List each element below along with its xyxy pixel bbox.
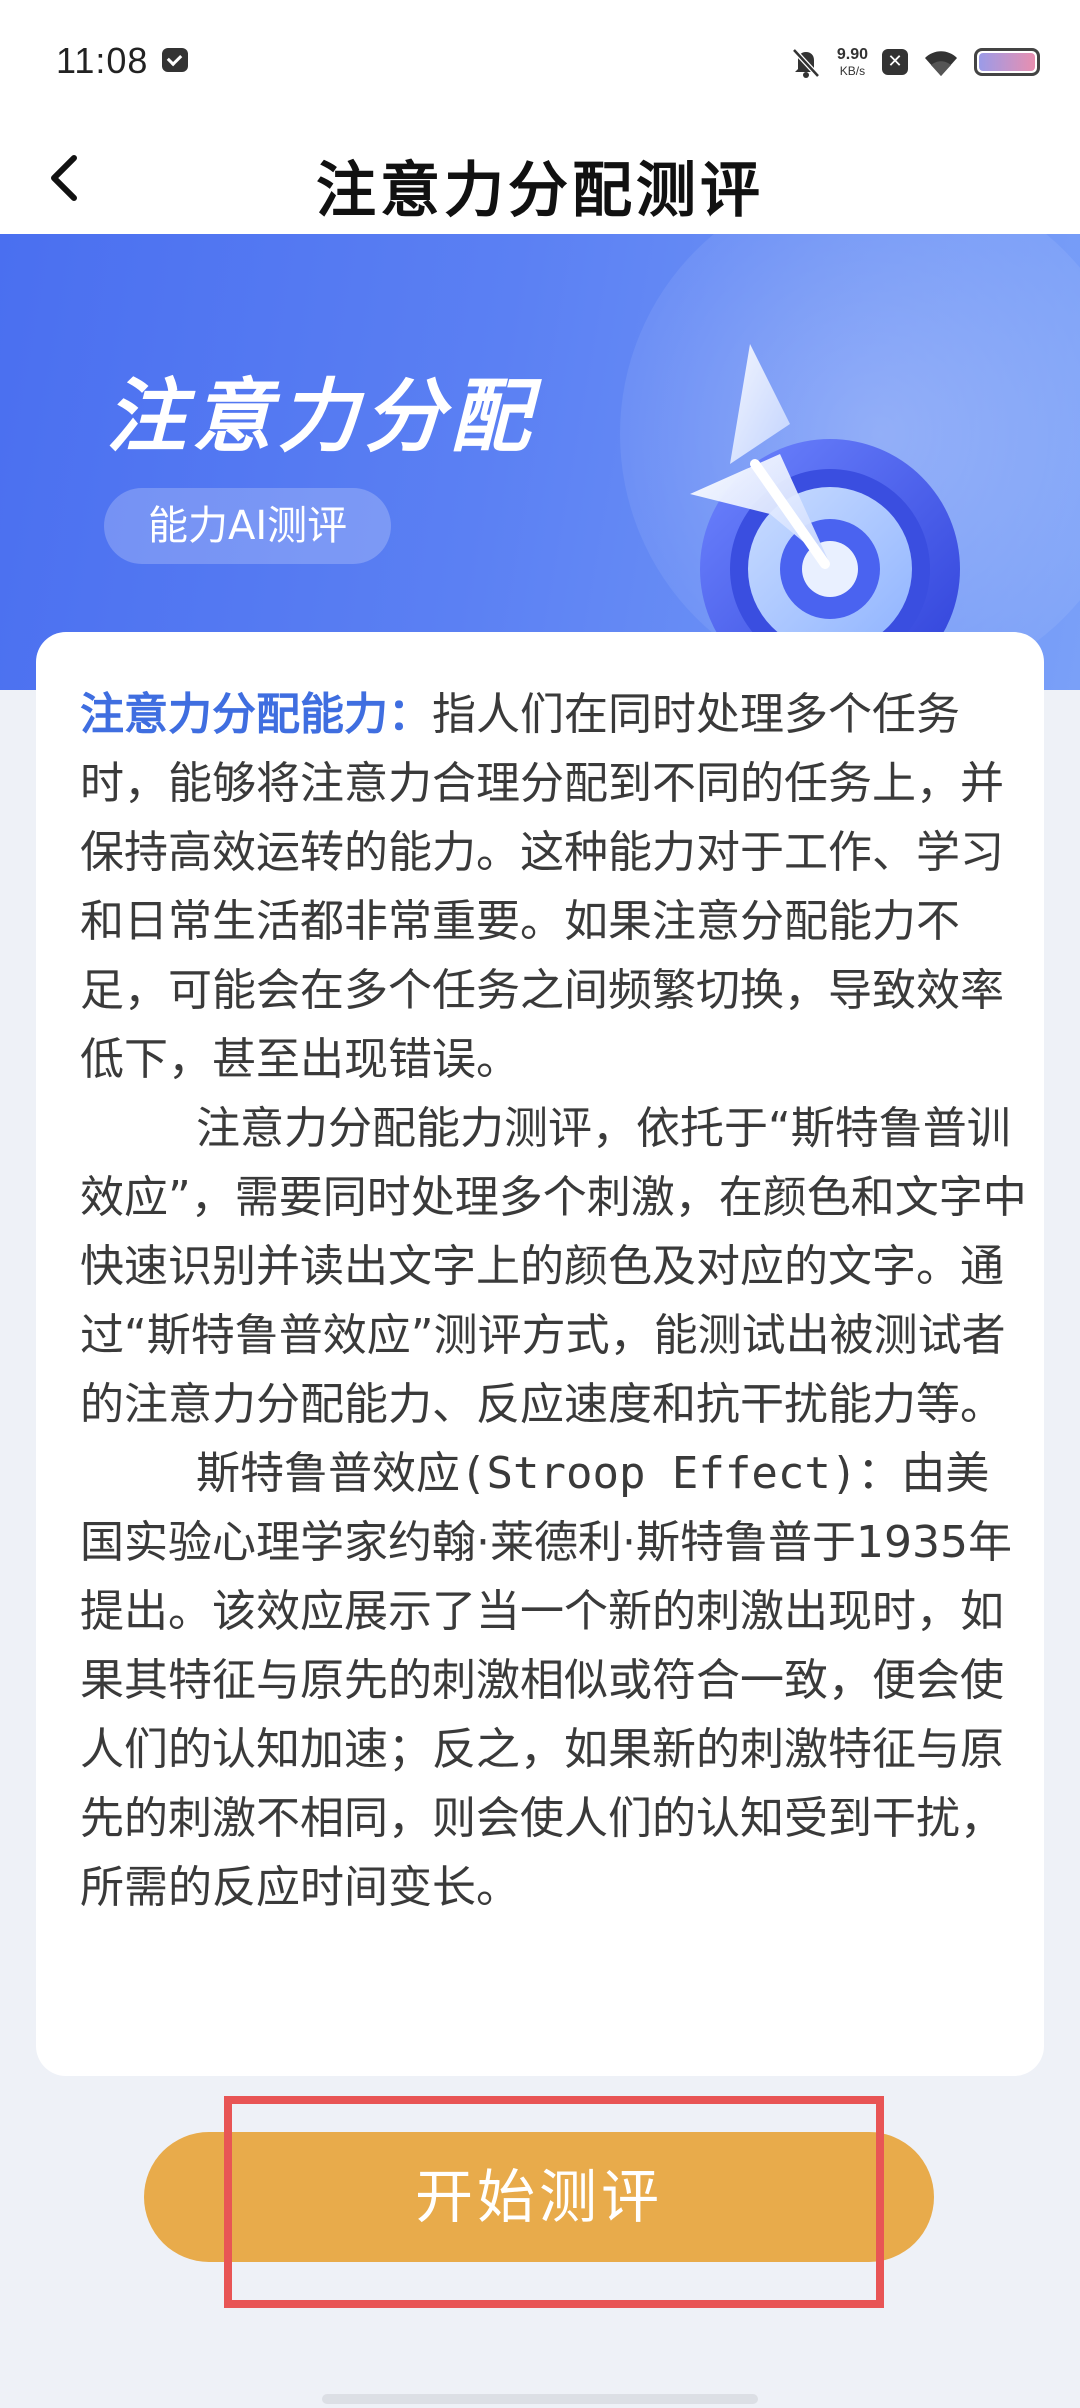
nav-bar: 注意力分配测评 <box>0 124 1080 234</box>
status-time: 11:08 <box>56 40 149 81</box>
home-indicator[interactable] <box>322 2394 758 2404</box>
hero-tag: 能力AI测评 <box>104 488 392 564</box>
status-icons: 9.90 KB/s ✕ <box>789 40 1040 84</box>
wifi-icon <box>922 46 960 78</box>
description-card: 注意力分配能力：指人们在同时处理多个任务时，能够将注意力合理分配到不同的任务上，… <box>36 632 1044 2076</box>
message-icon <box>162 48 188 72</box>
close-box-icon: ✕ <box>882 49 908 75</box>
description-paragraph-3: 斯特鲁普效应(Stroop Effect)：由美国实验心理学家约翰·莱德利·斯特… <box>80 1439 1030 1922</box>
network-speed-value: 9.90 <box>836 46 868 63</box>
hero-title: 注意力分配 <box>106 370 536 463</box>
network-speed: 9.90 KB/s <box>836 46 868 78</box>
status-bar: 11:08 9.90 KB/s ✕ <box>0 0 1080 124</box>
description-paragraph-1: 注意力分配能力：指人们在同时处理多个任务时，能够将注意力合理分配到不同的任务上，… <box>80 680 1030 1094</box>
description-paragraph-1-text: 指人们在同时处理多个任务时，能够将注意力合理分配到不同的任务上，并保持高效运转的… <box>80 689 1004 1085</box>
start-test-button[interactable]: 开始测评 <box>144 2132 934 2262</box>
description-paragraph-3-text: 由美国实验心理学家约翰·莱德利·斯特鲁普于1935年提出。该效应展示了当一个新的… <box>80 1448 1012 1913</box>
hero-banner: 注意力分配 能力AI测评 <box>0 234 1080 690</box>
description-highlight: 注意力分配能力： <box>80 689 432 740</box>
description-paragraph-3-english: (Stroop Effect)： <box>460 1448 902 1499</box>
page-title: 注意力分配测评 <box>316 156 764 226</box>
description-text: 注意力分配能力：指人们在同时处理多个任务时，能够将注意力合理分配到不同的任务上，… <box>80 680 1030 1922</box>
battery-icon <box>974 48 1040 76</box>
description-paragraph-3-prefix: 斯特鲁普效应 <box>196 1448 460 1499</box>
bell-off-icon <box>789 45 823 79</box>
battery-level <box>979 53 1035 71</box>
description-paragraph-2: 注意力分配能力测评，依托于“斯特鲁普训效应”，需要同时处理多个刺激，在颜色和文字… <box>80 1103 1027 1430</box>
network-speed-unit: KB/s <box>839 64 866 78</box>
